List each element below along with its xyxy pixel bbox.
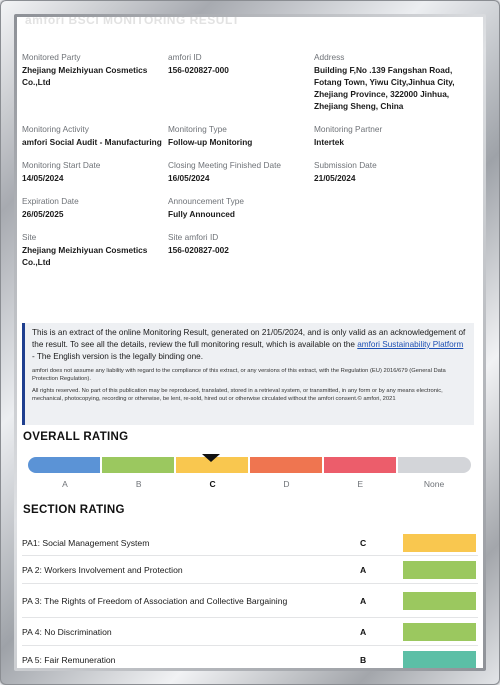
selected-rating-marker-icon: [202, 454, 220, 462]
monitoring-partner-label: Monitoring Partner: [314, 124, 383, 134]
rating-segment-b: [102, 457, 176, 473]
info-row-2: Monitoring Activity amfori Social Audit -…: [22, 124, 478, 148]
section-name: PA 5: Fair Remuneration: [22, 654, 116, 665]
start-date-label: Monitoring Start Date: [22, 160, 101, 170]
rating-label-a: A: [62, 479, 68, 489]
rating-labels: A B C D E None: [28, 479, 471, 489]
monitored-party-value: Zhejiang Meizhiyuan Cosmetics Co.,Ltd: [22, 65, 148, 87]
section-row: PA 4: No Discrimination A: [22, 618, 478, 646]
section-name: PA 2: Workers Involvement and Protection: [22, 564, 183, 575]
expiration-date-value: 26/05/2025: [22, 209, 64, 219]
section-name: PA1: Social Management System: [22, 537, 150, 548]
rating-segment-none: [398, 457, 471, 473]
monitored-party-label: Monitored Party: [22, 52, 81, 62]
info-row-3: Monitoring Start Date 14/05/2024 Closing …: [22, 160, 478, 184]
closing-meeting-value: 16/05/2024: [168, 173, 210, 183]
announcement-type-label: Announcement Type: [168, 196, 244, 206]
photo-frame: amfori BSCI MONITORING RESULT Monitored …: [0, 0, 500, 685]
section-grade-swatch: [403, 650, 476, 668]
rating-label-c: C: [209, 479, 216, 489]
section-name: PA 3: The Rights of Freedom of Associati…: [22, 595, 288, 606]
start-date-value: 14/05/2024: [22, 173, 64, 183]
rating-label-d: D: [283, 479, 290, 489]
document-page: amfori BSCI MONITORING RESULT Monitored …: [17, 17, 483, 668]
info-row-4: Expiration Date 26/05/2025 Announcement T…: [22, 196, 478, 220]
site-label: Site: [22, 232, 37, 242]
section-row: PA1: Social Management System C: [22, 530, 478, 556]
expiration-date-label: Expiration Date: [22, 196, 79, 206]
section-grade: A: [360, 595, 367, 606]
monitoring-type-label: Monitoring Type: [168, 124, 227, 134]
rating-label-none: None: [423, 479, 445, 489]
rating-label-b: B: [135, 479, 142, 489]
submission-date-label: Submission Date: [314, 160, 377, 170]
section-rating-table: PA1: Social Management System C PA 2: Wo…: [22, 530, 478, 668]
info-grid: Monitored Party Zhejiang Meizhiyuan Cosme…: [22, 52, 478, 280]
overall-rating-heading: OVERALL RATING: [23, 431, 129, 443]
monitoring-activity-value: amfori Social Audit - Manufacturing: [22, 137, 162, 147]
overall-rating-bar: [28, 457, 471, 473]
section-row: PA 5: Fair Remuneration B: [22, 646, 478, 668]
announcement-type-value: Fully Announced: [168, 209, 235, 219]
site-amfori-id-value: 156-020827-002: [168, 245, 229, 255]
site-amfori-id-label: Site amfori ID: [168, 232, 219, 242]
rights-reserved: All rights reserved. No part of this pub…: [32, 388, 443, 402]
address-label: Address: [314, 52, 345, 62]
section-row: PA 2: Workers Involvement and Protection…: [22, 556, 478, 584]
closing-meeting-label: Closing Meeting Finished Date: [168, 160, 281, 170]
submission-date-value: 21/05/2024: [314, 173, 356, 183]
monitoring-activity-label: Monitoring Activity: [22, 124, 89, 134]
amfori-id-value: 156-020827-000: [168, 65, 229, 75]
section-grade-swatch: [403, 533, 476, 552]
section-row: PA 3: The Rights of Freedom of Associati…: [22, 584, 478, 618]
section-grade: B: [360, 654, 367, 665]
rating-label-e: E: [357, 479, 364, 489]
document-title-cut: amfori BSCI MONITORING RESULT: [25, 17, 240, 27]
amfori-platform-link[interactable]: amfori Sustainability Platform: [357, 340, 463, 349]
section-grade-swatch: [403, 591, 476, 610]
liability-disclaimer: amfori does not assume any liability wit…: [32, 368, 446, 382]
site-value: Zhejiang Meizhiyuan Cosmetics Co.,Ltd: [22, 245, 148, 267]
info-row-5: Site Zhejiang Meizhiyuan Cosmetics Co.,Lt…: [22, 232, 478, 268]
section-name: PA 4: No Discrimination: [22, 626, 112, 637]
section-grade-swatch: [403, 622, 476, 641]
section-grade: A: [360, 626, 367, 637]
extract-notice: This is an extract of the online Monitor…: [22, 323, 474, 425]
rating-segment-a: [28, 457, 102, 473]
info-row-1: Monitored Party Zhejiang Meizhiyuan Cosme…: [22, 52, 478, 112]
section-rating-heading: SECTION RATING: [23, 504, 125, 516]
monitoring-partner-value: Intertek: [314, 137, 344, 147]
monitoring-type-value: Follow-up Monitoring: [168, 137, 253, 147]
amfori-id-label: amfori ID: [168, 52, 202, 62]
section-grade: A: [360, 564, 367, 575]
section-grade: C: [360, 537, 367, 548]
rating-segment-d: [250, 457, 324, 473]
rating-segment-e: [324, 457, 398, 473]
notice-main-text: This is an extract of the online Monitor…: [32, 328, 466, 361]
section-grade-swatch: [403, 560, 476, 579]
address-value: Building F,No .139 Fangshan Road, Fotang…: [314, 65, 455, 111]
